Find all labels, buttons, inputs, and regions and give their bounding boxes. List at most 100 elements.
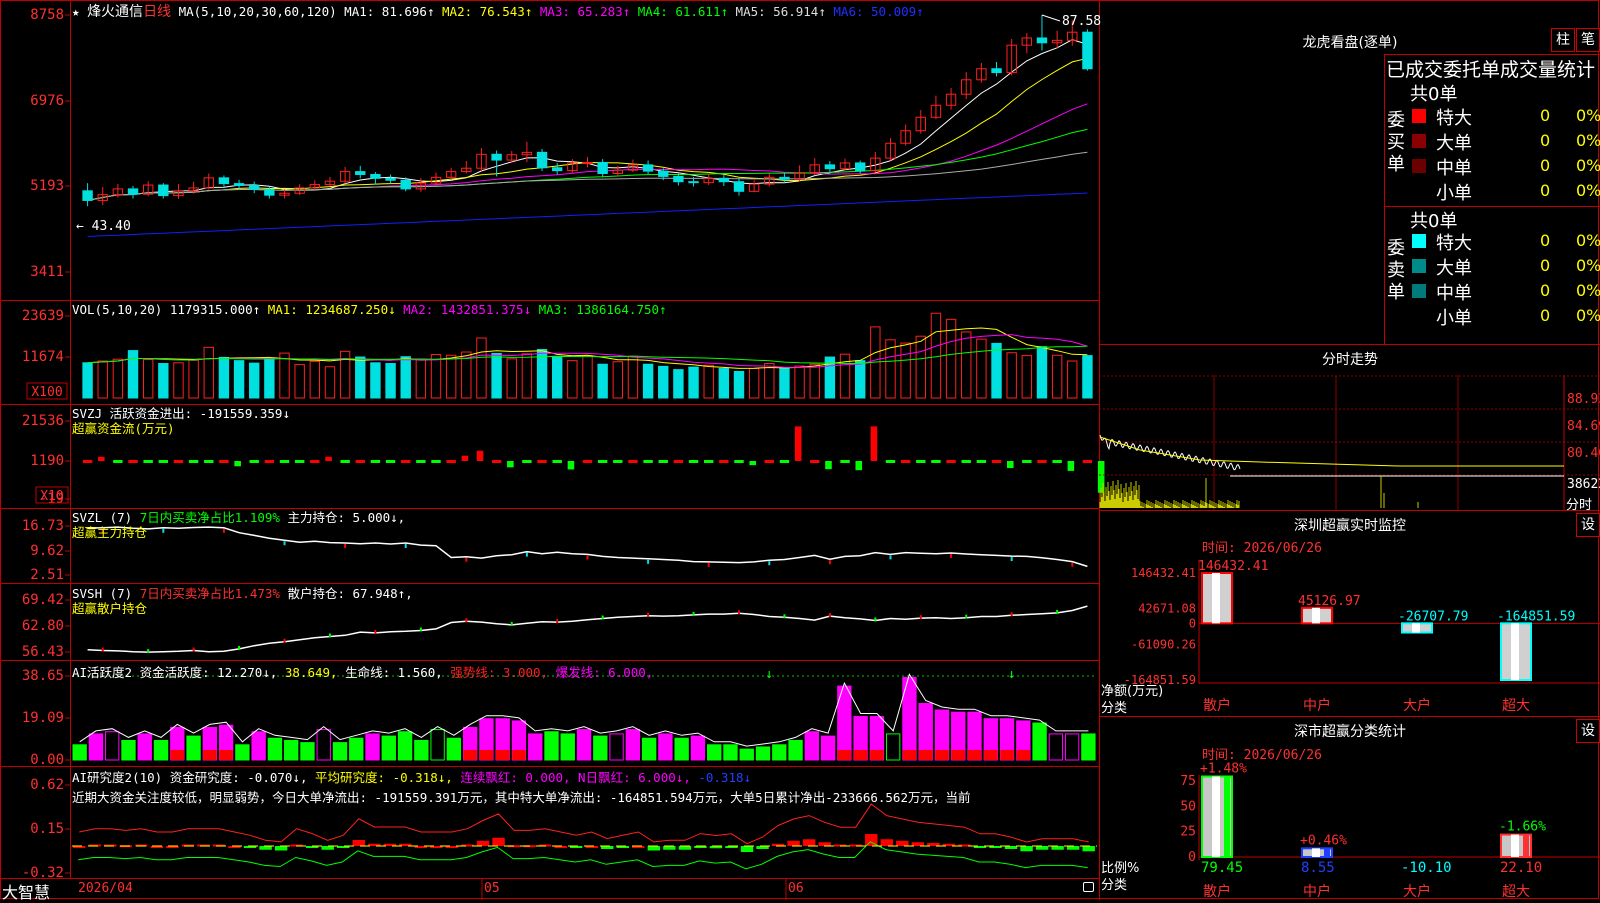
svzj-tick-label: 1190 (30, 453, 64, 469)
ai-active-values: 资金活跃度: 12.270↓, 38.649, 生命线: 1.560, 强势线:… (140, 665, 654, 680)
volume-bar (915, 335, 926, 399)
order-class-pct: 0% (1576, 256, 1600, 275)
svsh-tick (374, 629, 377, 634)
price-tick-label: 3411 (30, 264, 64, 280)
vol-tick-label: 11674 (22, 349, 64, 365)
flow-bar (597, 460, 608, 463)
flow-bar (991, 460, 1002, 463)
period-label[interactable]: 日线 (143, 4, 171, 20)
candle-body (658, 170, 669, 177)
volume-bar (430, 354, 442, 399)
order-class-count: 0 (1540, 106, 1551, 125)
svzl-tick-label: 9.62 (30, 543, 64, 559)
sz-monitor-settings-button[interactable]: 设 (1576, 513, 1600, 537)
arrow-marker: ↓ (1008, 667, 1016, 682)
flow-bar (1006, 461, 1014, 469)
volume-bar (294, 364, 305, 399)
active-bar (707, 744, 722, 761)
svsh-tick (283, 638, 286, 643)
research-bar (740, 846, 754, 852)
svsh-name: SVSH (7) (72, 586, 133, 601)
active-bar (365, 733, 380, 761)
flow-bar (628, 460, 638, 463)
ma-line-6 (87, 192, 1088, 237)
active-bar (1064, 733, 1080, 761)
research-bar (321, 846, 334, 850)
sz-class-settings-button[interactable]: 设 (1576, 719, 1600, 743)
ratio-value-label: 8.55 (1301, 860, 1335, 876)
candle-body (642, 164, 654, 172)
net-amount-bar-shine (1212, 573, 1220, 624)
ratio-bar-side (1224, 776, 1230, 857)
flow-bar (143, 460, 153, 463)
ai-active-header: AI活跃度2 资金活跃度: 12.270↓, 38.649, 生命线: 1.56… (72, 662, 653, 681)
volume-bar (82, 362, 93, 399)
active-bar (576, 729, 592, 761)
svzl-tick (889, 555, 892, 560)
order-class-name: 大单 (1436, 258, 1472, 279)
active-bar (690, 735, 706, 761)
flow-bar (416, 460, 426, 463)
svzl-tick (647, 559, 650, 564)
ma-values: MA1: 81.696↑ MA2: 76.543↑ MA3: 65.283↑ M… (344, 4, 924, 19)
flow-bar (946, 460, 956, 463)
intraday-vol-tick: 38622 (1567, 477, 1600, 492)
candle-body (370, 173, 381, 179)
volume-bar (612, 361, 623, 399)
low-label: ← 43.40 (76, 219, 131, 234)
volume-bar (582, 355, 593, 399)
flow-bar (719, 460, 729, 463)
active-bar (544, 731, 559, 761)
research-bar (802, 839, 816, 846)
class-tick-label: 25 (1180, 825, 1196, 840)
volume-bar (445, 354, 457, 399)
candle-body (218, 177, 230, 185)
flow-bar (446, 460, 456, 463)
monitor-tick-label: 42671.08 (1138, 602, 1196, 616)
candle-body (1036, 37, 1048, 44)
bar-mode-button[interactable]: 柱 (1551, 28, 1575, 52)
active-bar-base (984, 750, 998, 760)
class-category-label: 超大 (1502, 884, 1530, 900)
svzl-tick (707, 562, 710, 567)
active-bar-base (463, 750, 477, 760)
net-amount-label: 45126.97 (1298, 594, 1361, 609)
research-bar (896, 840, 909, 846)
volume-bar (764, 363, 775, 399)
star-icon[interactable]: ★ (72, 4, 80, 19)
intraday-title: 分时走势 (1322, 352, 1378, 368)
candle-body (385, 177, 396, 181)
active-bar-base (853, 750, 868, 760)
flow-bar (734, 460, 744, 463)
order-class-count: 0 (1540, 231, 1551, 250)
order-class-count: 0 (1540, 156, 1551, 175)
volume-bar (264, 357, 275, 399)
order-class-name: 中单 (1436, 283, 1472, 304)
lock-icon[interactable] (1083, 882, 1094, 892)
svzj-line1: SVZJ 活跃资金进出: -191559.359↓ (72, 406, 290, 421)
svsh-tick (919, 615, 922, 620)
volume-bar (839, 353, 851, 399)
order-class-name: 小单 (1436, 308, 1472, 329)
ai-research-name: AI研究度2(10) (72, 770, 163, 785)
research-bar (647, 846, 661, 851)
monitor-tick-label: -61090.26 (1131, 637, 1196, 651)
flow-bar (340, 460, 350, 463)
flow-bar (779, 460, 790, 463)
flow-bar (431, 460, 441, 463)
flow-bar (658, 460, 668, 463)
net-amount-bar-shine (1312, 607, 1320, 624)
svsh-tick (692, 611, 695, 616)
flow-bar (673, 460, 684, 463)
research-bar (1066, 846, 1080, 850)
ai-active-value-5: 爆发线: 6.000, (555, 665, 654, 680)
tick-mode-button[interactable]: 笔 (1576, 28, 1600, 52)
research-bar (274, 846, 288, 851)
research-line-red (79, 803, 1089, 845)
research-bar (1035, 846, 1049, 850)
flow-bar (491, 460, 502, 463)
chart-canvas[interactable]: 8758 6976 5193 3411 87.58 ← 43.40 23639 11674 X… (0, 0, 1600, 900)
volume-bar (476, 337, 487, 399)
order-class-pct: 0% (1576, 231, 1600, 250)
order-class-pct: 0% (1576, 131, 1600, 150)
